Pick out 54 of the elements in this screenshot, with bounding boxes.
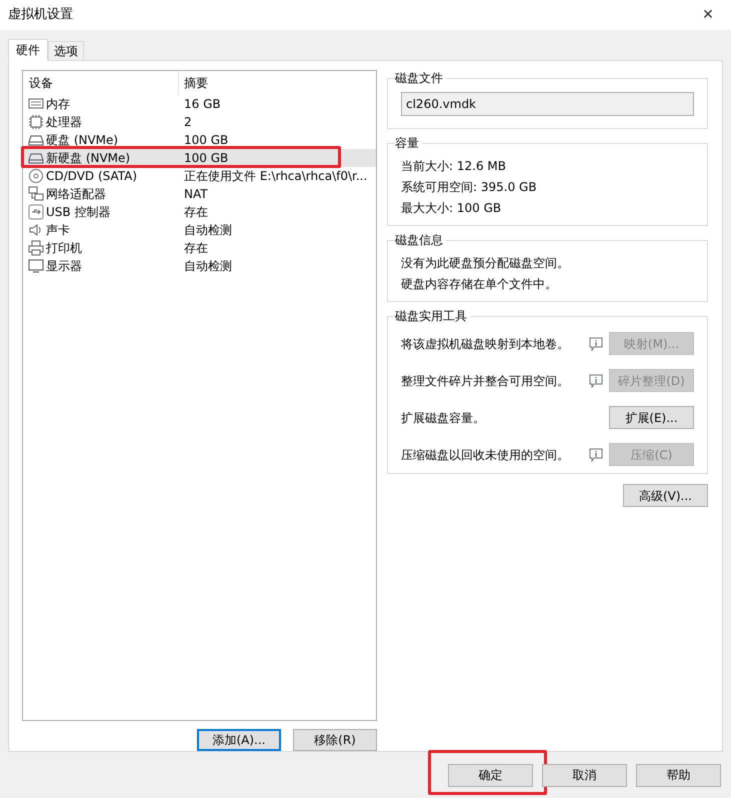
utility-text: 整理文件碎片并整合可用空间。 bbox=[401, 372, 570, 390]
device-name: 硬盘 (NVMe) bbox=[46, 132, 118, 149]
capacity-text: 系统可用空间: 395.0 GB bbox=[401, 179, 538, 196]
device-name: 新硬盘 (NVMe) bbox=[46, 150, 130, 167]
device-summary: 正在使用文件 E:\rhca\rhca\f0\r... bbox=[183, 168, 368, 185]
printer-icon bbox=[28, 240, 44, 256]
device-summary: 100 GB bbox=[183, 132, 228, 149]
device-summary: 自动检测 bbox=[183, 258, 232, 275]
capacity-text: 当前大小: 12.6 MB bbox=[401, 158, 507, 175]
device-name: 显示器 bbox=[46, 258, 82, 275]
utility-text: 扩展磁盘容量。 bbox=[401, 410, 486, 426]
device-name: USB 控制器 bbox=[46, 204, 110, 221]
dialog-button[interactable]: 确定 bbox=[448, 764, 533, 786]
info-text: 没有为此硬盘预分配磁盘空间。 bbox=[401, 255, 570, 272]
device-summary: 2 bbox=[183, 114, 192, 131]
device-summary: 自动检测 bbox=[183, 222, 232, 239]
utility-text: 将该虚拟机磁盘映射到本地卷。 bbox=[401, 336, 570, 352]
utility-button[interactable]: 扩展(E)... bbox=[609, 406, 694, 429]
utility-text: 压缩磁盘以回收未使用的空间。 bbox=[401, 446, 570, 464]
device-summary: 存在 bbox=[183, 240, 208, 257]
chip-icon bbox=[28, 114, 44, 130]
tab[interactable]: 选项 bbox=[48, 41, 84, 60]
disc-icon bbox=[28, 168, 44, 184]
device-name: 内存 bbox=[46, 96, 70, 113]
device-name: 处理器 bbox=[46, 114, 82, 131]
group-title: 磁盘信息 bbox=[395, 232, 446, 248]
usb-icon bbox=[28, 204, 44, 220]
selected-row[interactable]: 新硬盘 (NVMe) 100 GB bbox=[23, 149, 376, 167]
group-title: 磁盘文件 bbox=[395, 70, 446, 86]
monitor-icon bbox=[28, 258, 44, 274]
device-summary: NAT bbox=[183, 186, 208, 203]
group-title: 容量 bbox=[395, 135, 422, 151]
dialog-button[interactable]: 帮助 bbox=[636, 764, 721, 786]
list-button[interactable]: 移除(R) bbox=[293, 729, 377, 751]
list-button[interactable]: 添加(A)... bbox=[197, 729, 281, 751]
device-summary: 100 GB bbox=[183, 150, 228, 167]
window-title: 虚拟机设置 bbox=[8, 6, 73, 24]
dialog-button[interactable]: 取消 bbox=[542, 764, 627, 786]
column-header[interactable]: 摘要 bbox=[179, 71, 376, 95]
device-name: 打印机 bbox=[46, 240, 82, 257]
device-summary: 存在 bbox=[183, 204, 208, 221]
advanced-button[interactable]: 高级(V)... bbox=[623, 484, 708, 507]
group-title: 磁盘实用工具 bbox=[395, 308, 470, 324]
column-header[interactable]: 设备 bbox=[23, 71, 179, 95]
file-field[interactable]: cl260.vmdk bbox=[401, 92, 694, 116]
network-icon bbox=[28, 186, 44, 202]
device-summary: 16 GB bbox=[183, 96, 221, 113]
tab[interactable]: 硬件 bbox=[8, 39, 48, 61]
capacity-text: 最大大小: 100 GB bbox=[401, 200, 502, 217]
device-name: CD/DVD (SATA) bbox=[46, 168, 138, 185]
device-name: 网络适配器 bbox=[46, 186, 106, 203]
device-name: 声卡 bbox=[46, 222, 70, 239]
info-text: 硬盘内容存储在单个文件中。 bbox=[401, 276, 558, 293]
close-button[interactable]: ✕ bbox=[693, 0, 723, 30]
